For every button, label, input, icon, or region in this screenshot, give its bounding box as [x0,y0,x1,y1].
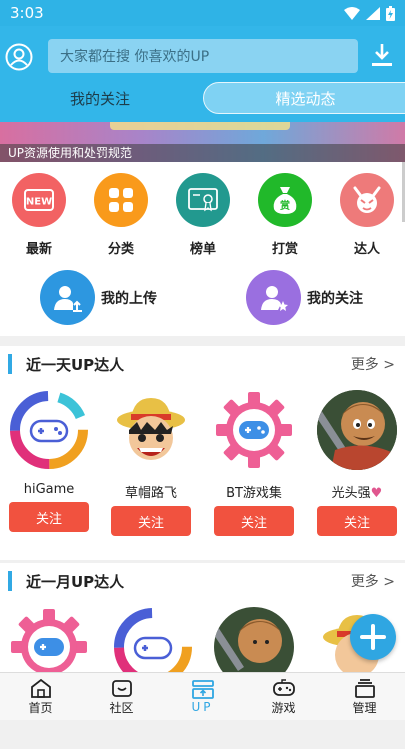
luffy-avatar[interactable] [111,390,191,470]
nav-label: UP [191,700,214,714]
up-user-card[interactable]: 草帽路飞 关注 [110,390,192,536]
money-bag-icon: 赏 [258,173,312,227]
gamepad-gear-avatar[interactable] [214,390,294,470]
nav-item-up[interactable]: UP [162,673,243,720]
section-monthly-experts: 近一月UP达人 更多 > [0,563,405,687]
manage-icon [354,678,375,698]
download-icon[interactable] [371,43,393,69]
up-user-name: 草帽路飞 [124,486,177,501]
my-uploads-label: 我的上传 [101,290,157,307]
section-title: 近一月UP达人 [0,571,124,592]
section-header: 近一天UP达人 更多 > [0,346,405,382]
quick-label: 分类 [107,242,134,257]
quick-label: 打赏 [271,242,298,257]
quick-item-category[interactable]: 分类 [86,173,156,257]
quick-item-latest[interactable]: NEW 最新 [4,173,74,257]
banner-caption: UP资源使用和处罚规范 [0,144,405,162]
accent-bar [8,354,12,374]
gamepad-icon [272,678,295,696]
svg-text:赏: 赏 [280,199,290,212]
nav-label: 社区 [109,700,134,715]
nav-item-manage[interactable]: 管理 [324,673,405,720]
signal-icon [366,6,380,20]
nav-item-games[interactable]: 游戏 [243,673,324,720]
search-input[interactable]: 大家都在搜 你喜欢的UP [48,39,358,73]
up-user-card[interactable]: hiGame 关注 [8,390,90,532]
nav-item-home[interactable]: 首页 [0,673,81,720]
plus-icon [360,624,386,650]
up-user-name: hiGame [23,482,75,497]
accent-bar [8,571,12,591]
bottom-nav: 首页 社区 UP 游戏 管理 [0,672,405,720]
quick-actions-panel: NEW 最新 分类 榜单 赏 打赏 达人 我的上传 我的关注 [0,162,405,336]
my-follows-label: 我的关注 [307,290,363,307]
my-uploads-button[interactable]: 我的上传 [40,270,157,325]
tab-following[interactable]: 我的关注 [30,82,170,114]
section-title-text: 近一月UP达人 [26,572,125,591]
more-link[interactable]: 更多 > [351,571,395,591]
up-user-name: 光头强♥ [331,486,383,501]
home-icon [30,678,51,698]
heart-icon: ♥ [370,486,383,501]
quick-label: 最新 [25,242,52,257]
wifi-icon [344,6,360,20]
search-placeholder: 大家都在搜 你喜欢的UP [60,49,210,65]
up-user-row: hiGame 关注 草帽路飞 关注 BT游戏集 关注 光头强♥ 关注 [0,382,405,536]
section-daily-experts: 近一天UP达人 更多 > hiGame 关注 草帽路飞 关注 BT游戏集 关注 [0,346,405,560]
banner[interactable]: UP资源使用和处罚规范 [0,122,405,162]
svg-text:NEW: NEW [26,197,52,208]
section-title: 近一天UP达人 [0,354,124,375]
clock: 3:03 [10,4,44,22]
banner-art [110,122,290,130]
quick-item-ranking[interactable]: 榜单 [168,173,238,257]
nav-label: 管理 [352,700,377,715]
section-header: 近一月UP达人 更多 > [0,563,405,599]
up-user-card[interactable]: 光头强♥ 关注 [316,390,398,536]
star-user-icon [246,270,301,325]
grid-icon [94,173,148,227]
nav-label: 游戏 [271,700,296,715]
gamepad-ring-avatar[interactable] [9,390,89,470]
add-post-button[interactable] [350,614,396,660]
quick-label: 榜单 [189,242,216,257]
follow-button[interactable]: 关注 [317,506,397,536]
follow-button[interactable]: 关注 [111,506,191,536]
status-bar: 3:03 [0,0,405,26]
header: 大家都在搜 你喜欢的UP 我的关注 精选动态 [0,26,405,122]
quick-item-expert[interactable]: 达人 [332,173,402,257]
nav-label: 首页 [28,700,53,715]
my-follows-button[interactable]: 我的关注 [246,270,363,325]
tab-featured[interactable]: 精选动态 [203,82,405,114]
up-icon [191,680,214,699]
quick-label: 达人 [353,242,380,257]
upload-user-icon [40,270,95,325]
certificate-icon [176,173,230,227]
devil-icon [340,173,394,227]
follow-button[interactable]: 关注 [9,502,89,532]
section-title-text: 近一天UP达人 [26,355,125,374]
more-link[interactable]: 更多 > [351,354,395,374]
battery-icon [386,5,395,21]
up-user-card[interactable]: BT游戏集 关注 [213,390,295,536]
new-icon: NEW [12,173,66,227]
status-icons [344,5,395,21]
community-icon [111,679,132,697]
user-avatar-icon[interactable] [5,43,33,71]
quick-item-reward[interactable]: 赏 打赏 [250,173,320,257]
bald-qiang-avatar[interactable] [317,390,397,470]
up-user-name: BT游戏集 [226,486,282,501]
nav-item-community[interactable]: 社区 [81,673,162,720]
follow-button[interactable]: 关注 [214,506,294,536]
